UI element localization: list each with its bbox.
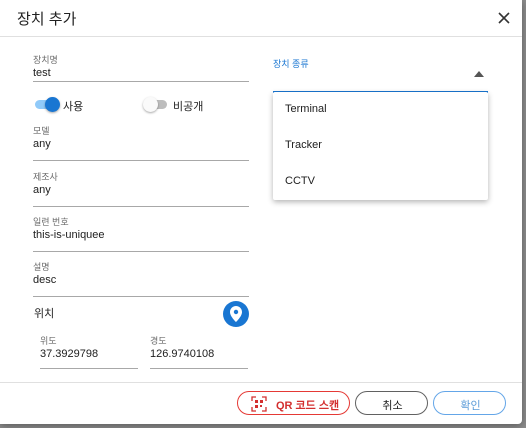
device-name-label: 장치명 [33, 55, 58, 65]
menu-item-label: CCTV [285, 175, 315, 187]
latitude-label: 위도 [40, 336, 57, 346]
serial-field[interactable]: 일련 번호 this-is-uniquee [33, 215, 249, 252]
qr-scan-button[interactable]: QR 코드 스캔 [237, 391, 350, 415]
latitude-field[interactable]: 위도 37.3929798 [40, 334, 138, 369]
device-name-value: test [33, 67, 51, 79]
cancel-label: 취소 [382, 400, 403, 412]
model-value: any [33, 138, 51, 150]
add-device-dialog: 장치 추가 장치명 test 사용 비공개 모델 any 제조사 any 일련 … [0, 0, 522, 424]
latitude-value: 37.3929798 [40, 348, 99, 360]
dialog-footer: QR 코드 스캔 취소 확인 [0, 382, 522, 424]
use-toggle-thumb [45, 97, 60, 112]
ok-button[interactable]: 확인 [433, 391, 506, 415]
description-label: 설명 [33, 262, 50, 272]
description-value: desc [33, 274, 57, 286]
serial-value: this-is-uniquee [33, 229, 105, 241]
close-button[interactable] [494, 8, 514, 28]
use-toggle-label: 사용 [63, 101, 84, 113]
qr-scan-icon [251, 396, 267, 412]
longitude-value: 126.9740108 [150, 348, 215, 360]
dialog-title: 장치 추가 [17, 11, 77, 28]
device-name-field[interactable]: 장치명 test [33, 53, 249, 82]
use-toggle[interactable]: 사용 [33, 97, 133, 113]
device-type-menu: Terminal Tracker CCTV [273, 92, 488, 200]
cancel-button[interactable]: 취소 [355, 391, 428, 415]
dialog-body: 장치명 test 사용 비공개 모델 any 제조사 any 일련 번호 thi… [0, 37, 522, 382]
dialog-header: 장치 추가 [0, 0, 522, 37]
ok-label: 확인 [460, 400, 481, 412]
location-pin-icon [230, 306, 242, 322]
qr-scan-label: QR 코드 스캔 [276, 400, 340, 412]
description-field[interactable]: 설명 desc [33, 260, 249, 297]
manufacturer-value: any [33, 184, 51, 196]
private-toggle-label: 비공개 [173, 101, 204, 113]
dropdown-arrow-icon [474, 71, 484, 77]
private-toggle-thumb [143, 97, 158, 112]
menu-item-label: Tracker [285, 139, 322, 151]
device-type-label: 장치 종류 [273, 59, 309, 69]
device-type-select[interactable]: 장치 종류 [273, 55, 488, 93]
menu-item-cctv[interactable]: CCTV [273, 164, 488, 200]
close-icon [498, 12, 510, 24]
model-label: 모델 [33, 126, 50, 136]
longitude-field[interactable]: 경도 126.9740108 [150, 334, 248, 369]
location-title: 위치 [34, 308, 55, 320]
menu-item-tracker[interactable]: Tracker [273, 128, 488, 164]
private-toggle[interactable]: 비공개 [143, 97, 243, 113]
model-field[interactable]: 모델 any [33, 124, 249, 161]
menu-item-terminal[interactable]: Terminal [273, 92, 488, 128]
serial-label: 일련 번호 [33, 217, 69, 227]
manufacturer-field[interactable]: 제조사 any [33, 170, 249, 207]
manufacturer-label: 제조사 [33, 172, 58, 182]
longitude-label: 경도 [150, 336, 167, 346]
menu-item-label: Terminal [285, 103, 327, 115]
location-picker-button[interactable] [223, 301, 249, 327]
